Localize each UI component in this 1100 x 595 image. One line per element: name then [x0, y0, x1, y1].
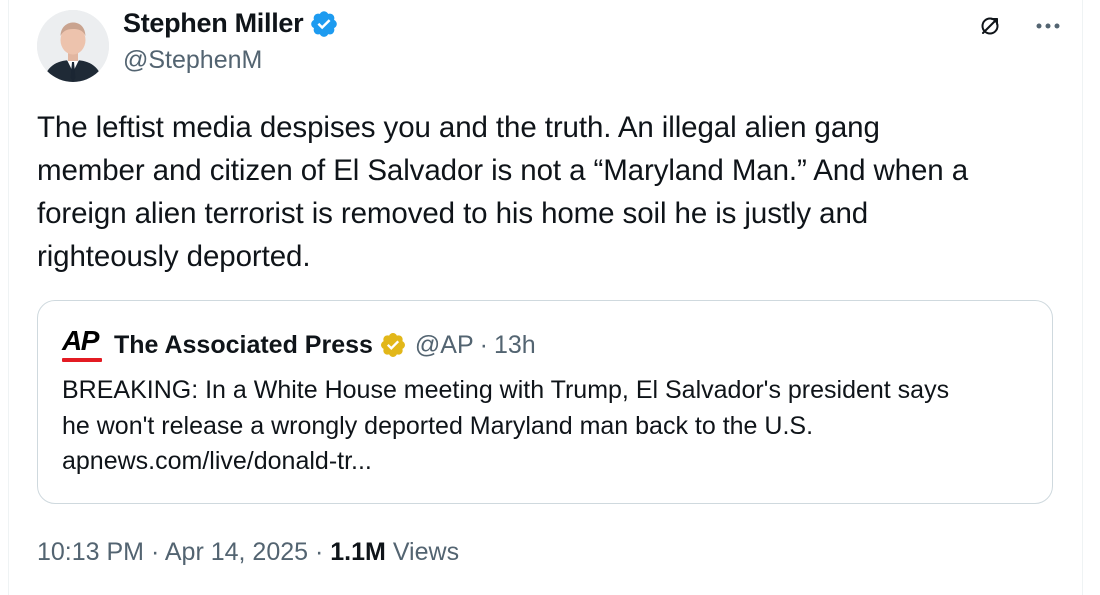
- quoted-tweet-header: AP The Associated Press @AP · 13h: [62, 325, 536, 363]
- tweet-text: The leftist media despises you and the t…: [37, 111, 969, 273]
- quoted-tweet-text: BREAKING: In a White House meeting with …: [62, 376, 950, 475]
- grok-icon[interactable]: [976, 12, 1004, 40]
- tweet-top-actions: [976, 12, 1062, 40]
- more-options-icon[interactable]: [1034, 12, 1062, 40]
- avatar[interactable]: [37, 10, 109, 82]
- tweet-meta: 10:13 PM · Apr 14, 2025 · 1.1M Views: [37, 538, 459, 567]
- ap-logo[interactable]: AP: [62, 325, 104, 363]
- views-count[interactable]: 1.1M: [330, 538, 386, 566]
- tweet-date[interactable]: Apr 14, 2025: [165, 538, 308, 566]
- meta-separator: ·: [315, 538, 324, 566]
- author-handle[interactable]: @StephenM: [123, 46, 262, 75]
- author-display-name[interactable]: Stephen Miller: [123, 8, 304, 39]
- avatar-image: [37, 10, 109, 82]
- verified-badge-icon[interactable]: [309, 9, 339, 39]
- quoted-timestamp[interactable]: 13h: [494, 331, 536, 360]
- tweet-card: Stephen Miller @StephenM The leftist med: [8, 0, 1083, 595]
- quoted-tweet[interactable]: AP The Associated Press @AP · 13h BREAKI…: [37, 300, 1053, 504]
- ap-logo-text: AP: [62, 325, 99, 356]
- author-name-row: Stephen Miller: [123, 8, 339, 39]
- quoted-author-name[interactable]: The Associated Press: [114, 331, 373, 360]
- tweet-time[interactable]: 10:13 PM: [37, 538, 144, 566]
- views-label: Views: [392, 538, 460, 566]
- quoted-author-handle[interactable]: @AP: [415, 331, 474, 360]
- meta-separator: ·: [150, 538, 160, 566]
- gold-verified-badge-icon[interactable]: [379, 331, 407, 359]
- quoted-separator: ·: [479, 330, 488, 359]
- ap-logo-underline: [62, 358, 102, 362]
